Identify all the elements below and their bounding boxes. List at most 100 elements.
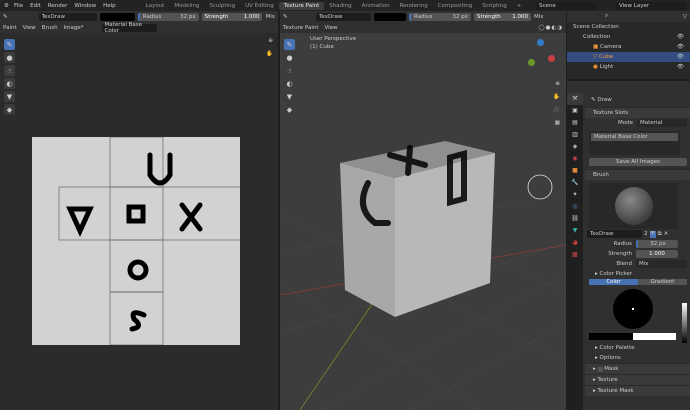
constraints-tab-icon[interactable]: ⛓ <box>567 213 583 225</box>
tab-shading[interactable]: Shading <box>324 2 356 10</box>
strength-slider[interactable]: 1.000 <box>636 250 678 258</box>
menu-image[interactable]: Image* <box>64 25 84 31</box>
eye-icon[interactable]: 👁 <box>677 64 684 70</box>
mask-panel[interactable]: ▸ Mask <box>585 363 690 374</box>
output-tab-icon[interactable]: ▤ <box>567 117 583 129</box>
clone-tool-icon[interactable]: ◐ <box>4 78 15 89</box>
soften-tool-icon[interactable]: ● <box>284 52 295 63</box>
color-palette-subpanel[interactable]: ▸ Color Palette <box>585 343 690 353</box>
mask-tool-icon[interactable]: ◆ <box>284 104 295 115</box>
brush-preview[interactable] <box>589 183 678 229</box>
menu-view[interactable]: View <box>23 25 36 31</box>
render-tab-icon[interactable]: ▣ <box>567 105 583 117</box>
clone-tool-icon[interactable]: ◐ <box>284 78 295 89</box>
soften-tool-icon[interactable]: ● <box>4 52 15 63</box>
x-axis-icon[interactable] <box>548 55 555 62</box>
scene-selector[interactable]: Scene <box>536 1 596 10</box>
strength-slider[interactable]: Strength 1.000 <box>201 12 263 21</box>
eye-icon[interactable]: 👁 <box>677 44 684 50</box>
radius-slider[interactable]: Radius 32 px <box>137 12 199 21</box>
texture-slot-item[interactable]: Material Base Color <box>591 133 678 141</box>
tab-animation[interactable]: Animation <box>357 2 395 10</box>
blender-logo-icon[interactable]: ⚙ <box>4 3 9 9</box>
view-layer-tab-icon[interactable]: ▥ <box>567 129 583 141</box>
physics-tab-icon[interactable]: ◎ <box>567 201 583 213</box>
outliner-item-scene-collection[interactable]: Scene Collection <box>567 22 690 32</box>
menu-edit[interactable]: Edit <box>30 3 41 9</box>
zoom-icon[interactable]: ⊕ <box>555 81 560 87</box>
mode-select[interactable]: Texture Paint <box>283 25 319 31</box>
material-tab-icon[interactable]: ◕ <box>567 237 583 249</box>
mask-checkbox[interactable] <box>597 366 603 372</box>
tab-rendering[interactable]: Rendering <box>395 2 433 10</box>
scene-tab-icon[interactable]: ◈ <box>567 141 583 153</box>
tab-texture-paint[interactable]: Texture Paint <box>278 1 325 10</box>
search-icon[interactable]: ⌕ <box>605 13 608 20</box>
menu-help[interactable]: Help <box>103 3 116 9</box>
modifier-tab-icon[interactable]: 🔧 <box>567 177 583 189</box>
mode-select[interactable]: Paint <box>3 25 17 31</box>
image-selector[interactable]: Material Base Color <box>101 22 157 34</box>
fill-tool-icon[interactable]: ▼ <box>284 91 295 102</box>
tab-uv-editing[interactable]: UV Editing <box>240 2 279 10</box>
copy-icon[interactable]: ⧉ <box>658 231 662 238</box>
shading-buttons[interactable]: ◯●◐◑ <box>538 25 563 31</box>
navigation-gizmo[interactable] <box>524 39 558 73</box>
smear-tool-icon[interactable]: ☝ <box>284 65 295 76</box>
mode-select[interactable]: Material <box>637 119 687 127</box>
tab-scripting[interactable]: Scripting <box>477 2 511 10</box>
outliner-item-camera[interactable]: ■ Camera 👁 <box>567 42 690 52</box>
zoom-icon[interactable]: ⊕ <box>268 38 273 44</box>
blend-select[interactable]: Mix <box>636 260 687 268</box>
grid-icon[interactable]: ▦ <box>555 120 560 126</box>
save-all-images-button[interactable]: Save All Images <box>589 158 687 166</box>
draw-tool-icon[interactable]: ✎ <box>4 39 15 50</box>
outliner-item-collection[interactable]: Collection 👁 <box>567 32 690 42</box>
tab-layout[interactable]: Layout <box>141 2 170 10</box>
draw-tool-icon[interactable]: ✎ <box>284 39 295 50</box>
y-axis-icon[interactable] <box>528 59 535 66</box>
fake-user-icon[interactable]: ⛨ <box>649 230 656 238</box>
brush-name-field[interactable]: TexDraw <box>316 12 371 21</box>
tab-compositing[interactable]: Compositing <box>433 2 477 10</box>
texture-canvas[interactable] <box>32 137 240 345</box>
viewport-scene[interactable] <box>280 33 566 410</box>
radius-slider[interactable]: Radius 32 px <box>409 12 471 21</box>
blend-select[interactable]: Mix <box>265 14 275 20</box>
color-swatches[interactable] <box>589 333 676 340</box>
options-subpanel[interactable]: ▸ Options <box>585 353 690 363</box>
close-icon[interactable]: ✕ <box>664 231 669 237</box>
data-tab-icon[interactable]: ▼ <box>567 225 583 237</box>
texture-slots-panel[interactable]: Texture Slots <box>585 107 690 118</box>
menu-brush[interactable]: Brush <box>42 25 58 31</box>
brush-name-field[interactable]: TexDraw <box>38 12 98 21</box>
brush-panel[interactable]: Brush <box>585 169 690 180</box>
mask-tool-icon[interactable]: ◆ <box>4 104 15 115</box>
strength-slider[interactable]: Strength 1.000 <box>474 12 531 21</box>
texture-tab-icon[interactable]: ▩ <box>567 249 583 261</box>
menu-file[interactable]: File <box>14 3 23 9</box>
tab-color[interactable]: Color <box>589 279 638 285</box>
z-axis-icon[interactable] <box>537 39 544 46</box>
hand-icon[interactable]: ✋ <box>553 94 560 100</box>
eye-icon[interactable]: 👁 <box>677 34 684 40</box>
camera-icon[interactable]: 🎥 <box>553 107 560 113</box>
tool-tab-icon[interactable]: ⚒ <box>567 93 583 105</box>
hand-icon[interactable]: ✋ <box>266 51 273 57</box>
value-slider[interactable] <box>682 303 687 343</box>
tab-gradient[interactable]: Gradient <box>638 279 687 285</box>
add-workspace-button[interactable]: + <box>512 2 527 10</box>
world-tab-icon[interactable]: ◉ <box>567 153 583 165</box>
menu-window[interactable]: Window <box>74 3 96 9</box>
texture-mask-panel[interactable]: ▸ Texture Mask <box>585 385 690 396</box>
object-tab-icon[interactable]: ■ <box>567 165 583 177</box>
color-wheel[interactable] <box>613 289 653 329</box>
view-layer-selector[interactable]: View Layer <box>616 1 686 10</box>
tab-sculpting[interactable]: Sculpting <box>204 2 240 10</box>
menu-view[interactable]: View <box>325 25 338 31</box>
filter-icon[interactable]: ▽ <box>683 14 687 20</box>
radius-slider[interactable]: 32 px <box>636 240 678 248</box>
outliner-item-cube[interactable]: ▽ Cube 👁 <box>567 52 690 62</box>
blend-select[interactable]: Mix <box>534 14 544 20</box>
brush-icon[interactable]: ✎ <box>3 14 21 20</box>
